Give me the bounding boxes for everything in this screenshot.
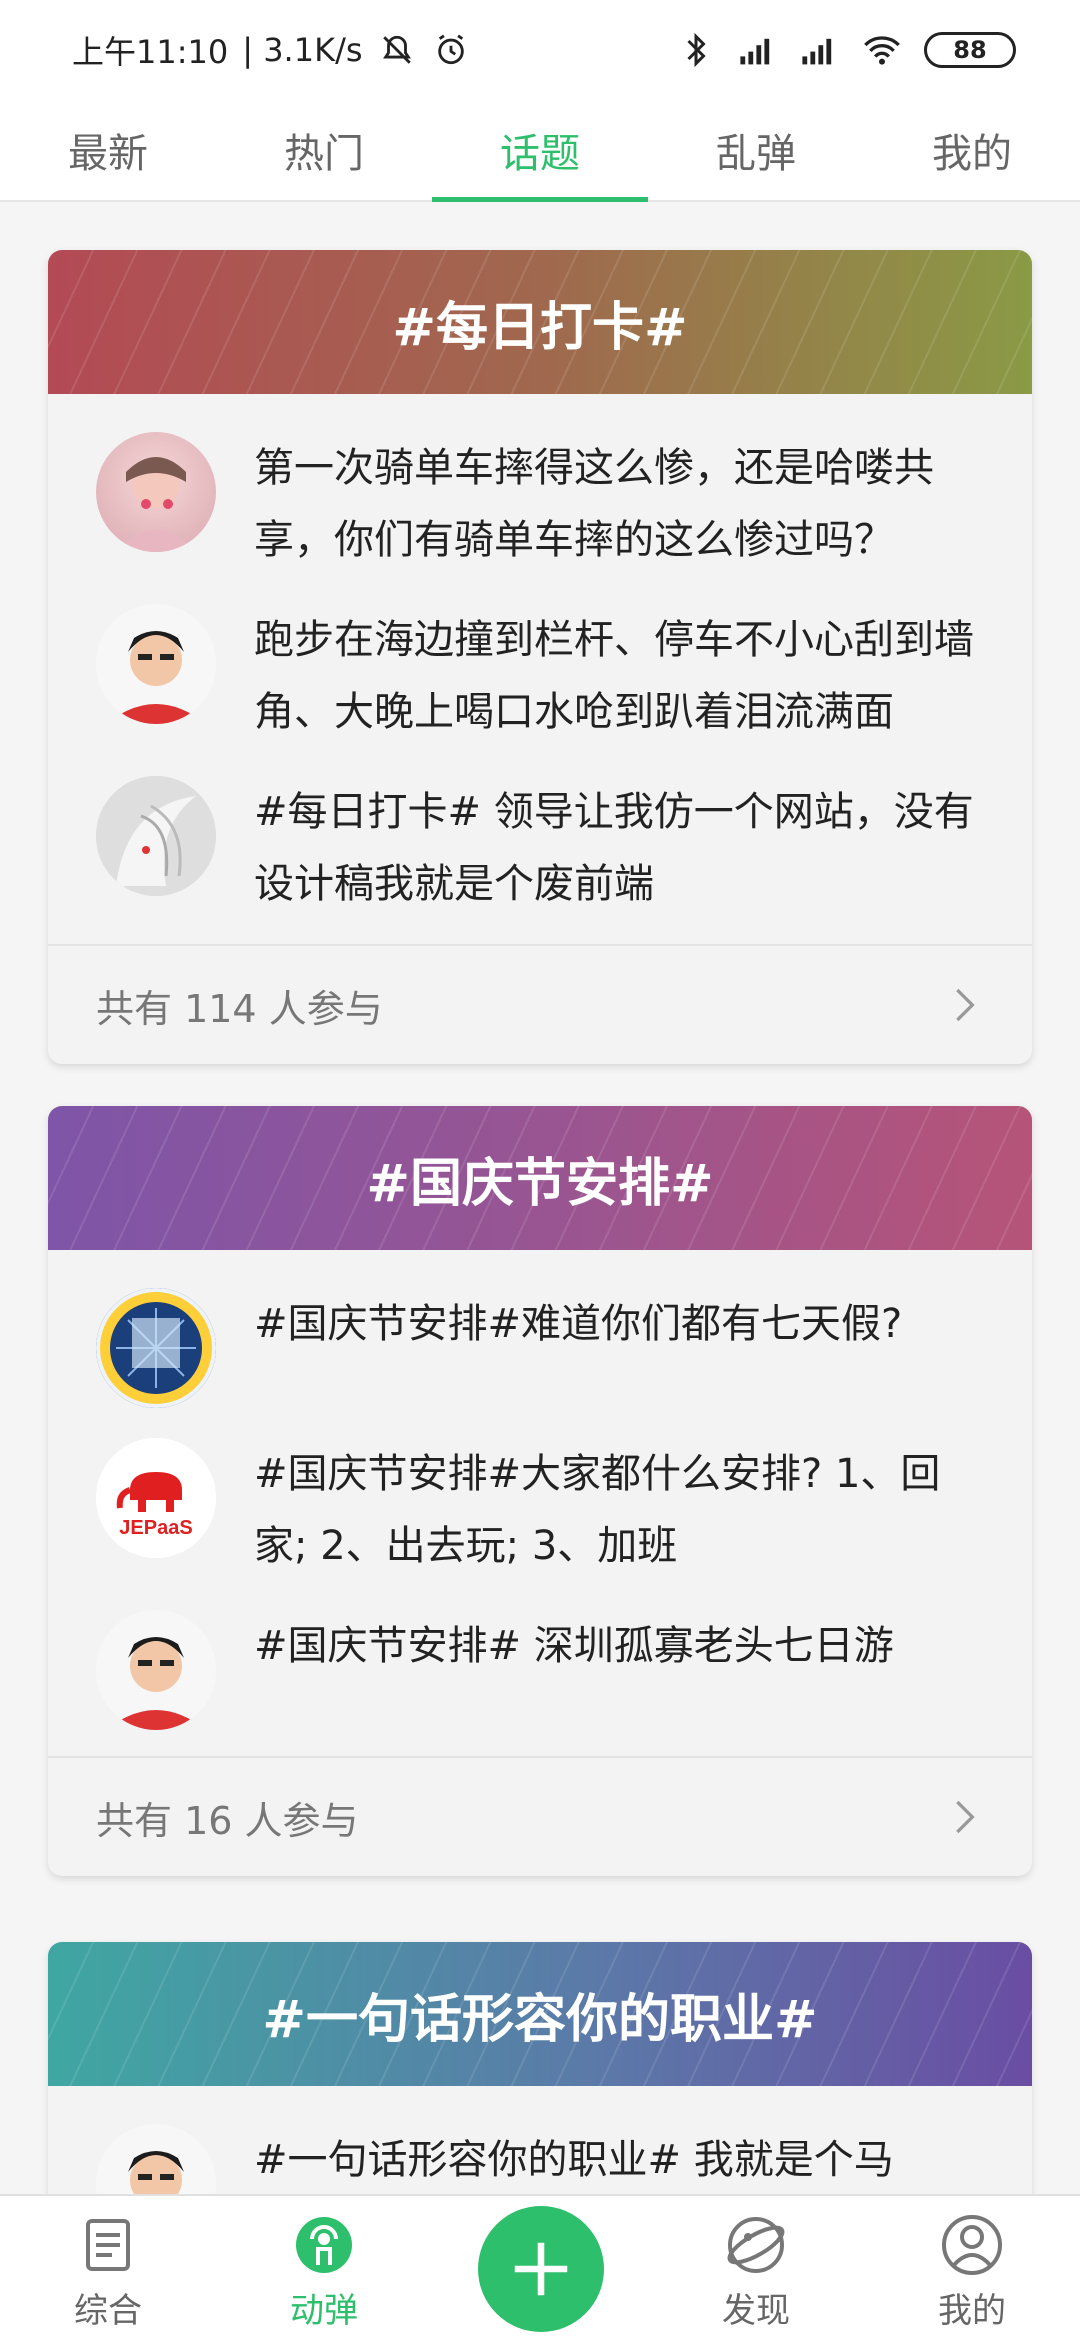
- svg-text:JEPaaS: JEPaaS: [119, 1517, 192, 1539]
- post-text: #国庆节安排# 深圳孤寡老头七日游: [254, 1623, 894, 1669]
- plus-icon: [514, 2242, 568, 2296]
- avatar[interactable]: [96, 432, 216, 552]
- planet-icon: [727, 2217, 785, 2273]
- add-post-button[interactable]: [478, 2206, 604, 2332]
- post-text: 跑步在海边撞到栏杆、停车不小心刮到墙角、大晚上喝口水呛到趴着泪流满面: [254, 617, 974, 735]
- top-tab-bar: 最新 热门 话题 乱弹 我的: [0, 100, 1080, 202]
- status-bar: 上午11:10 | 3.1K/s 88: [0, 0, 1080, 100]
- topic-title: #每日打卡#: [392, 297, 688, 358]
- topic-title: #一句话形容你的职业#: [262, 1989, 818, 2050]
- status-time: 上午11:10: [72, 33, 229, 71]
- topic-card[interactable]: #国庆节安排# #国庆节安排#难道你们都有七天假? JEPaaS #国庆节安排#…: [48, 1106, 1032, 1876]
- topic-footer[interactable]: 共有 16 人参与: [48, 1756, 1032, 1876]
- chevron-right-icon: [956, 1800, 975, 1834]
- topic-header[interactable]: #国庆节安排#: [48, 1106, 1032, 1250]
- wifi-icon: [862, 30, 902, 70]
- signal-icon: [738, 30, 778, 70]
- topic-card[interactable]: #一句话形容你的职业# #一句话形容你的职业# 我就是个马: [48, 1942, 1032, 2194]
- topic-post[interactable]: #国庆节安排# 深圳孤寡老头七日游: [48, 1596, 1032, 1746]
- participant-count: 共有 16 人参与: [96, 1798, 359, 1843]
- participant-count: 共有 114 人参与: [96, 986, 383, 1031]
- nav-label: 综合: [74, 2291, 142, 2331]
- avatar[interactable]: [96, 2124, 216, 2194]
- topic-post[interactable]: #每日打卡# 领导让我仿一个网站，没有设计稿我就是个废前端: [48, 762, 1032, 934]
- nav-label: 动弹: [290, 2291, 358, 2331]
- battery-indicator: 88: [924, 32, 1016, 68]
- topic-footer[interactable]: 共有 114 人参与: [48, 944, 1032, 1064]
- topic-feed[interactable]: #每日打卡# 第一次骑单车摔得这么惨，还是哈喽共享，你们有骑单车摔的这么惨过吗？…: [0, 204, 1080, 2194]
- topic-post[interactable]: JEPaaS #国庆节安排#大家都什么安排? 1、回家; 2、出去玩; 3、加班: [48, 1424, 1032, 1596]
- bluetooth-icon: [676, 30, 716, 70]
- topic-post[interactable]: 跑步在海边撞到栏杆、停车不小心刮到墙角、大晚上喝口水呛到趴着泪流满面: [48, 590, 1032, 762]
- nav-item-mine[interactable]: 我的: [864, 2196, 1080, 2340]
- avatar[interactable]: JEPaaS: [96, 1438, 216, 1558]
- avatar[interactable]: [96, 1288, 216, 1408]
- nav-item-overview[interactable]: 综合: [0, 2196, 216, 2340]
- topic-post[interactable]: 第一次骑单车摔得这么惨，还是哈喽共享，你们有骑单车摔的这么惨过吗？: [48, 418, 1032, 590]
- post-text: #一句话形容你的职业# 我就是个马: [254, 2137, 894, 2183]
- broadcast-icon: [296, 2217, 352, 2273]
- tab-topics[interactable]: 话题: [432, 100, 648, 202]
- post-text: #国庆节安排#难道你们都有七天假?: [254, 1301, 903, 1347]
- status-net-speed: | 3.1K/s: [242, 31, 363, 69]
- tab-mine[interactable]: 我的: [864, 100, 1080, 200]
- chevron-right-icon: [956, 988, 975, 1022]
- tab-hot[interactable]: 热门: [216, 100, 432, 200]
- avatar[interactable]: [96, 776, 216, 896]
- topic-post[interactable]: #一句话形容你的职业# 我就是个马: [48, 2110, 1032, 2194]
- signal-hd-icon: [800, 30, 840, 70]
- alarm-icon: [431, 30, 471, 70]
- user-icon: [942, 2215, 1002, 2275]
- post-text: 第一次骑单车摔得这么惨，还是哈喽共享，你们有骑单车摔的这么惨过吗？: [254, 445, 934, 563]
- post-text: #每日打卡# 领导让我仿一个网站，没有设计稿我就是个废前端: [254, 789, 974, 907]
- nav-label: 发现: [722, 2291, 790, 2331]
- topic-card[interactable]: #每日打卡# 第一次骑单车摔得这么惨，还是哈喽共享，你们有骑单车摔的这么惨过吗？…: [48, 250, 1032, 1064]
- topic-header[interactable]: #每日打卡#: [48, 250, 1032, 394]
- tab-latest[interactable]: 最新: [0, 100, 216, 200]
- topic-header[interactable]: #一句话形容你的职业#: [48, 1942, 1032, 2086]
- nav-item-tweets[interactable]: 动弹: [216, 2196, 432, 2340]
- mute-bell-icon: [377, 30, 417, 70]
- document-icon: [86, 2219, 130, 2271]
- nav-item-discover[interactable]: 发现: [648, 2196, 864, 2340]
- topic-post[interactable]: #国庆节安排#难道你们都有七天假?: [48, 1274, 1032, 1424]
- avatar[interactable]: [96, 1610, 216, 1730]
- tab-random[interactable]: 乱弹: [648, 100, 864, 200]
- topic-title: #国庆节安排#: [366, 1153, 714, 1214]
- avatar[interactable]: [96, 604, 216, 724]
- post-text: #国庆节安排#大家都什么安排? 1、回家; 2、出去玩; 3、加班: [254, 1451, 941, 1569]
- nav-label: 我的: [938, 2291, 1006, 2331]
